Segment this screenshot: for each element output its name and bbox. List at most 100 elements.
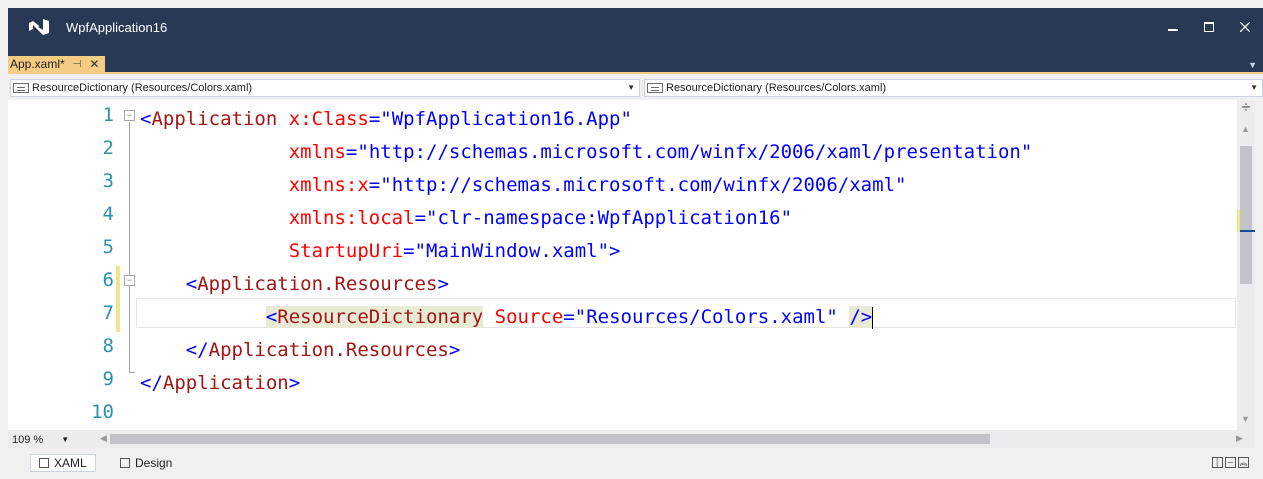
chevron-down-icon: ▼ (1250, 83, 1258, 92)
line-number: 4 (102, 203, 114, 225)
element-name: Application.Resources (197, 273, 438, 295)
vertical-scrollbar[interactable]: ÷ ▲ ▼ (1237, 100, 1255, 430)
left-dropdown-value: ResourceDictionary (Resources/Colors.xam… (32, 82, 253, 94)
delimiter: < (140, 108, 152, 130)
delimiter: > (437, 273, 449, 295)
xaml-icon (39, 458, 49, 468)
design-icon (120, 458, 130, 468)
attribute-name: StartupUri (288, 240, 404, 262)
attribute-name: xmlns (288, 141, 346, 163)
close-tab-icon[interactable]: ✕ (89, 57, 99, 71)
code-line-4: xmlns:local="clr-namespace:WpfApplicatio… (140, 203, 792, 233)
visual-studio-logo-icon (28, 16, 50, 38)
attribute-name: Source (494, 306, 564, 328)
line-number-gutter: 1 2 3 4 5 6 7 8 9 10 (8, 100, 114, 430)
attribute-name: xmlns:x (288, 174, 369, 196)
scroll-left-icon[interactable]: ◀ (100, 433, 107, 444)
equals: = (345, 141, 358, 163)
scroll-down-icon[interactable]: ▼ (1241, 414, 1250, 424)
equals: = (414, 207, 427, 229)
change-marker (1237, 210, 1240, 232)
line-number: 5 (102, 236, 114, 258)
collapse-pane-icon[interactable]: ︽ (1238, 457, 1249, 468)
maximize-icon[interactable] (1191, 8, 1227, 46)
vertical-scroll-thumb[interactable] (1240, 146, 1252, 284)
close-icon[interactable] (1227, 8, 1263, 46)
attribute-value: "clr-namespace:WpfApplication16" (426, 207, 793, 229)
attribute-name: x:Class (288, 108, 369, 130)
line-number: 8 (102, 335, 114, 357)
attribute-value: "http://schemas.microsoft.com/winfx/2006… (357, 141, 1033, 163)
fold-guide-end (129, 372, 135, 373)
code-line-9: </Application> (140, 368, 300, 398)
element-icon (13, 83, 29, 93)
tab-overflow-icon[interactable]: ▼ (1248, 60, 1257, 70)
attribute-value: "WpfApplication16.App" (380, 108, 632, 130)
delimiter: < (185, 273, 198, 295)
horizontal-scroll-thumb[interactable] (110, 434, 990, 444)
element-name: Application.Resources (208, 339, 449, 361)
line-number: 6 (102, 269, 114, 291)
equals: = (403, 240, 415, 262)
delimiter: > (448, 339, 461, 361)
attribute-value: "MainWindow.xaml" (414, 240, 610, 262)
caret-position-marker (1240, 230, 1255, 232)
code-line-3: xmlns:x="http://schemas.microsoft.com/wi… (140, 170, 907, 200)
horizontal-scroll-bar: 109 % ▼ ◀ ▶ (8, 430, 1255, 448)
attribute-value: "http://schemas.microsoft.com/winfx/2006… (380, 174, 907, 196)
element-dropdown-right[interactable]: ResourceDictionary (Resources/Colors.xam… (644, 79, 1263, 97)
chevron-down-icon: ▼ (627, 83, 635, 92)
delimiter: </ (140, 372, 163, 394)
chevron-down-icon: ▼ (61, 435, 70, 444)
fold-guide (129, 122, 130, 372)
zoom-level: 109 % (12, 433, 44, 446)
delimiter: /> (849, 306, 873, 328)
attribute-value: "Resources/Colors.xaml" (574, 306, 838, 328)
document-tab-strip: App.xaml* ⊣ ✕ ▼ (8, 46, 1263, 72)
text-caret (872, 306, 874, 329)
tab-design[interactable]: Design (112, 454, 180, 472)
tab-accent-line (8, 72, 1263, 74)
code-line-1: <Application x:Class="WpfApplication16.A… (140, 104, 632, 134)
delimiter: > (288, 372, 301, 394)
element-name: Application (162, 372, 289, 394)
line-number: 1 (102, 104, 114, 126)
code-editor[interactable]: 1 2 3 4 5 6 7 8 9 10 − − <Application x:… (8, 100, 1237, 430)
element-name: ResourceDictionary (277, 306, 484, 328)
title-bar: WpfApplication16 (8, 8, 1263, 46)
scroll-right-icon[interactable]: ▶ (1236, 433, 1243, 444)
element-icon (647, 83, 663, 93)
equals: = (368, 108, 381, 130)
minimize-icon[interactable] (1155, 8, 1191, 46)
delimiter: < (265, 306, 278, 328)
collapse-icon[interactable]: − (124, 110, 135, 121)
tab-label: XAML (54, 456, 87, 470)
horizontal-split-icon[interactable]: ─ (1225, 457, 1236, 468)
unsaved-change-bar (116, 266, 120, 332)
line-number: 7 (102, 302, 114, 324)
line-number: 3 (102, 170, 114, 192)
tab-app-xaml[interactable]: App.xaml* ⊣ ✕ (8, 56, 106, 72)
scroll-up-icon[interactable]: ▲ (1241, 124, 1250, 134)
code-area[interactable]: <Application x:Class="WpfApplication16.A… (140, 100, 1237, 430)
collapse-icon[interactable]: − (124, 275, 135, 286)
code-line-7: <ResourceDictionary Source="Resources/Co… (140, 302, 874, 332)
code-line-2: xmlns="http://schemas.microsoft.com/winf… (140, 137, 1033, 167)
pin-icon[interactable]: ⊣ (73, 59, 82, 70)
tab-label: App.xaml* (10, 57, 65, 71)
equals: = (368, 174, 381, 196)
line-number: 10 (91, 401, 114, 423)
code-line-5: StartupUri="MainWindow.xaml"> (140, 236, 621, 266)
delimiter: </ (185, 339, 209, 361)
tab-label: Design (135, 456, 173, 470)
view-tab-bar: XAML Design │ ─ ︽ (8, 448, 1255, 479)
zoom-dropdown[interactable]: 109 % ▼ (12, 432, 86, 447)
window-title: WpfApplication16 (66, 19, 168, 35)
split-editor-icon[interactable]: ÷ (1237, 100, 1255, 118)
code-line-8: </Application.Resources> (140, 335, 461, 365)
vertical-split-icon[interactable]: │ (1212, 457, 1223, 468)
line-number: 9 (102, 368, 114, 390)
element-dropdown-left[interactable]: ResourceDictionary (Resources/Colors.xam… (10, 79, 640, 97)
tab-xaml[interactable]: XAML (30, 454, 96, 472)
navigation-bar: ResourceDictionary (Resources/Colors.xam… (8, 76, 1263, 99)
